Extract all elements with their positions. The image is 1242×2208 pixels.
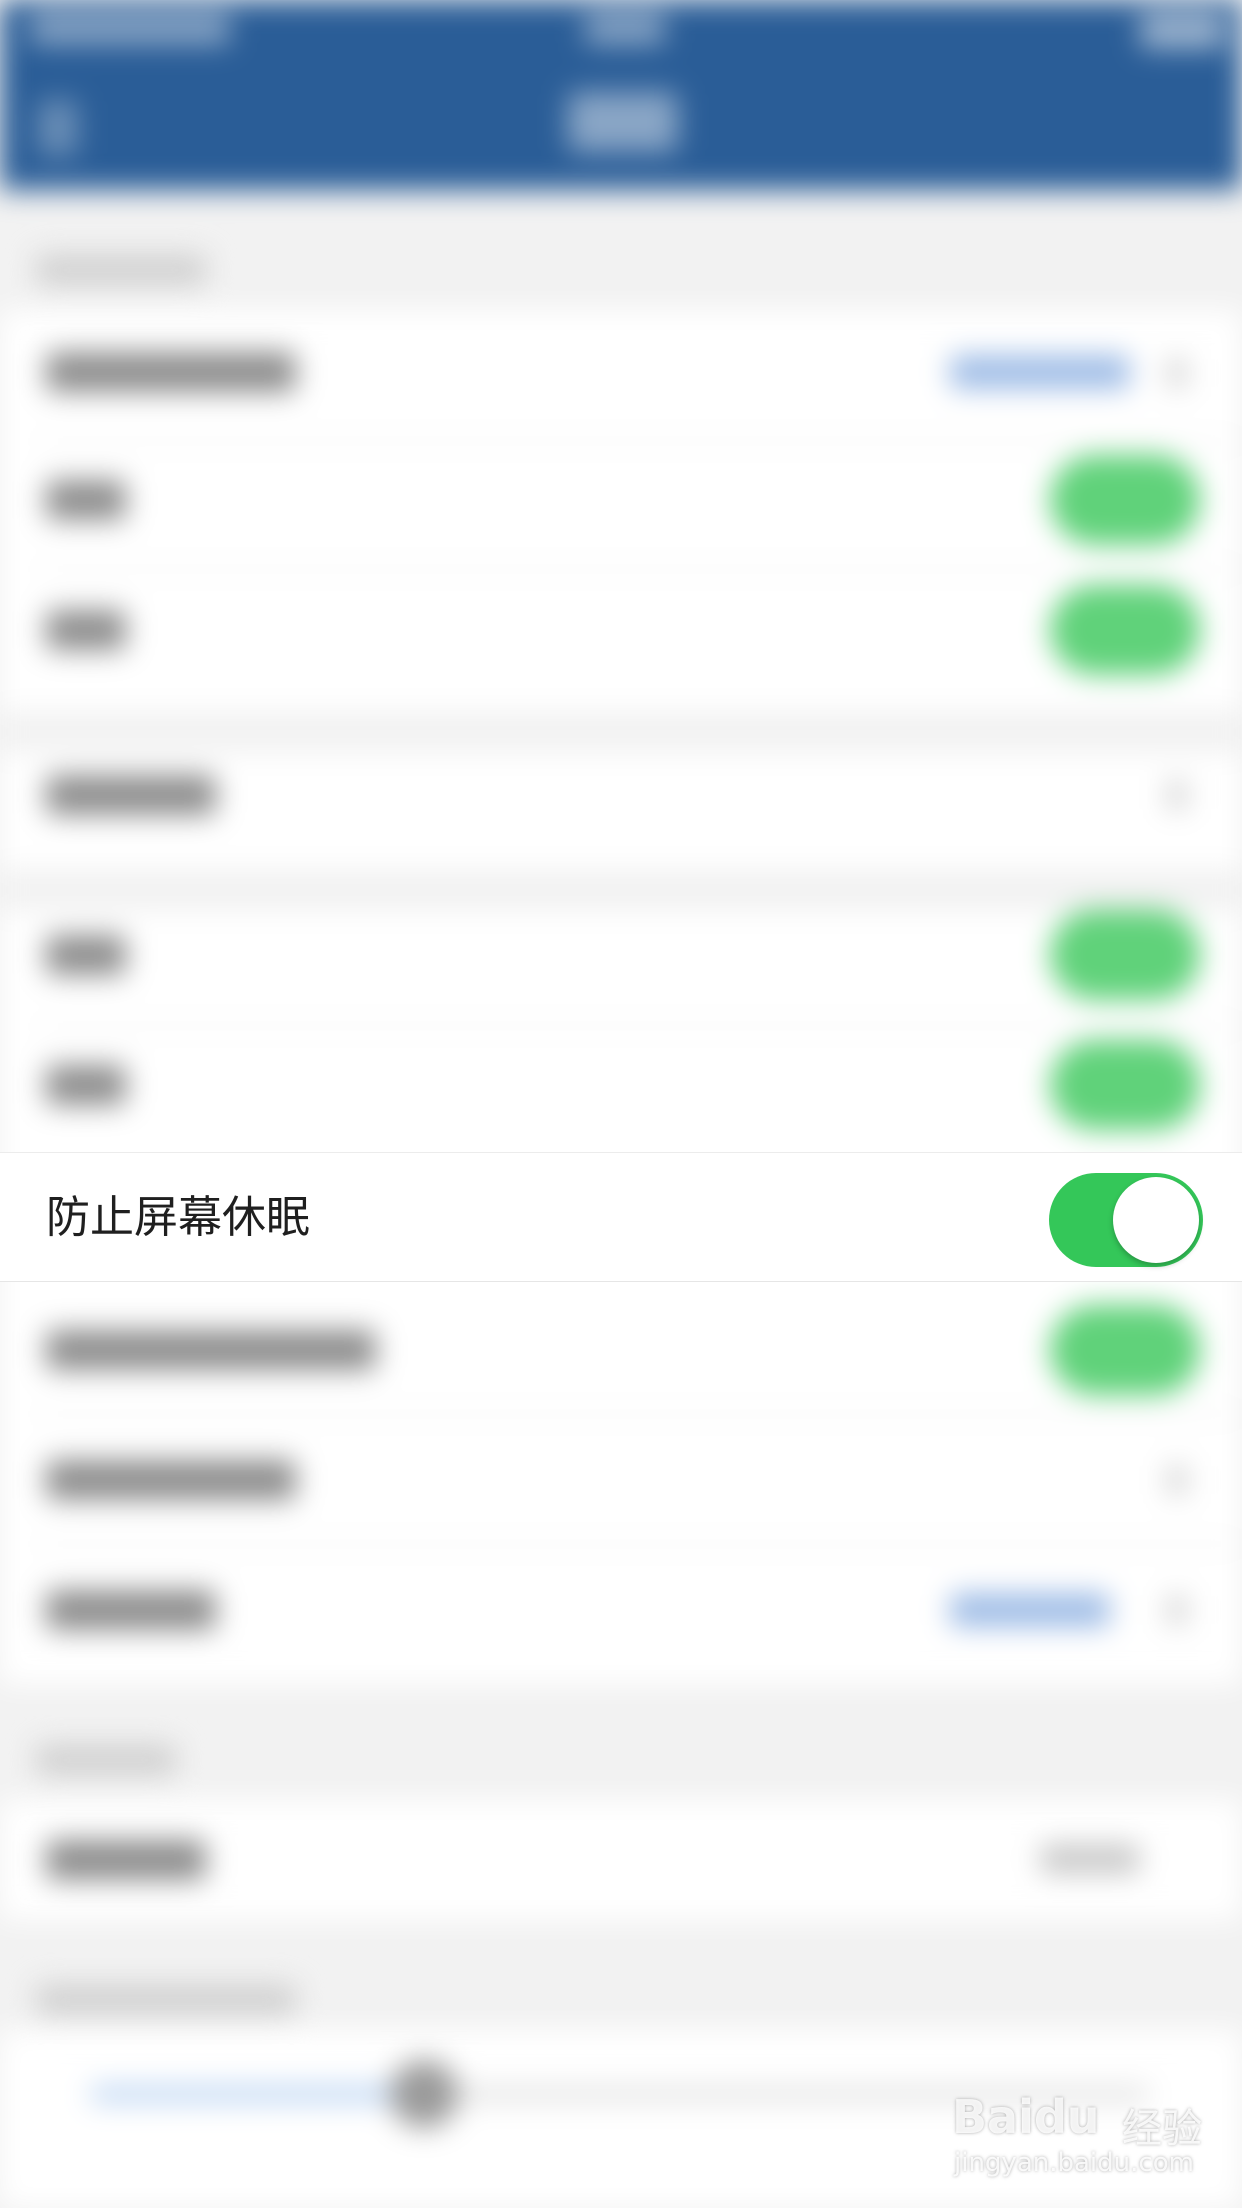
battery-icon bbox=[1140, 14, 1225, 48]
settings-group-lower bbox=[0, 1285, 1242, 1685]
group-gap bbox=[0, 870, 1242, 910]
setting-row-label bbox=[46, 1065, 126, 1105]
slider-fill bbox=[90, 2086, 420, 2102]
setting-row-label bbox=[46, 610, 126, 650]
setting-toggle[interactable] bbox=[1050, 910, 1200, 1000]
setting-row-prevent-sleep[interactable]: 防止屏幕休眠 bbox=[0, 1152, 1242, 1282]
setting-row-label bbox=[46, 935, 126, 975]
status-bar-carrier bbox=[30, 14, 230, 44]
setting-toggle[interactable] bbox=[1050, 1040, 1200, 1130]
watermark: Baidu 经验 jingyan.baidu.com bbox=[952, 2090, 1222, 2190]
setting-row-value bbox=[950, 355, 1130, 389]
toggle-knob bbox=[1113, 1177, 1199, 1263]
section-header bbox=[36, 1985, 296, 2015]
navigation-bar bbox=[0, 0, 1242, 190]
watermark-brand: 经验 bbox=[1122, 2106, 1202, 2152]
setting-row-label bbox=[46, 480, 126, 520]
setting-row-label bbox=[46, 775, 216, 815]
section-header bbox=[36, 255, 206, 285]
blurred-background bbox=[0, 0, 1242, 2208]
row-divider bbox=[36, 1413, 1242, 1415]
chevron-right-icon bbox=[1168, 1465, 1186, 1495]
row-divider bbox=[36, 440, 1242, 442]
status-bar-time bbox=[585, 14, 665, 44]
chevron-right-icon bbox=[1168, 1595, 1186, 1625]
watermark-url: jingyan.baidu.com bbox=[954, 2148, 1194, 2178]
baidu-logo: Baidu bbox=[952, 2090, 1100, 2144]
nav-title bbox=[568, 92, 678, 152]
chevron-right-icon bbox=[1168, 780, 1186, 810]
setting-row-label bbox=[46, 1840, 206, 1880]
slider-handle[interactable] bbox=[390, 2060, 458, 2128]
section-header bbox=[36, 1745, 176, 1775]
row-divider bbox=[36, 1543, 1242, 1545]
prevent-sleep-label: 防止屏幕休眠 bbox=[46, 1192, 310, 1243]
group-gap bbox=[0, 712, 1242, 752]
row-divider bbox=[36, 568, 1242, 570]
back-icon[interactable] bbox=[38, 100, 78, 156]
chevron-right-icon bbox=[1168, 358, 1186, 388]
setting-row-label bbox=[46, 1330, 376, 1370]
row-divider bbox=[36, 1025, 1242, 1027]
setting-row-value bbox=[1040, 1844, 1140, 1874]
setting-toggle[interactable] bbox=[1050, 1305, 1200, 1395]
setting-row-label bbox=[46, 1590, 216, 1630]
prevent-sleep-toggle[interactable] bbox=[1049, 1173, 1203, 1267]
setting-row-label bbox=[46, 1460, 296, 1500]
settings-group-bottom bbox=[0, 1800, 1242, 1920]
setting-toggle[interactable] bbox=[1050, 585, 1200, 675]
setting-row-label bbox=[46, 352, 296, 392]
setting-toggle[interactable] bbox=[1050, 455, 1200, 545]
setting-row-value bbox=[950, 1593, 1110, 1627]
